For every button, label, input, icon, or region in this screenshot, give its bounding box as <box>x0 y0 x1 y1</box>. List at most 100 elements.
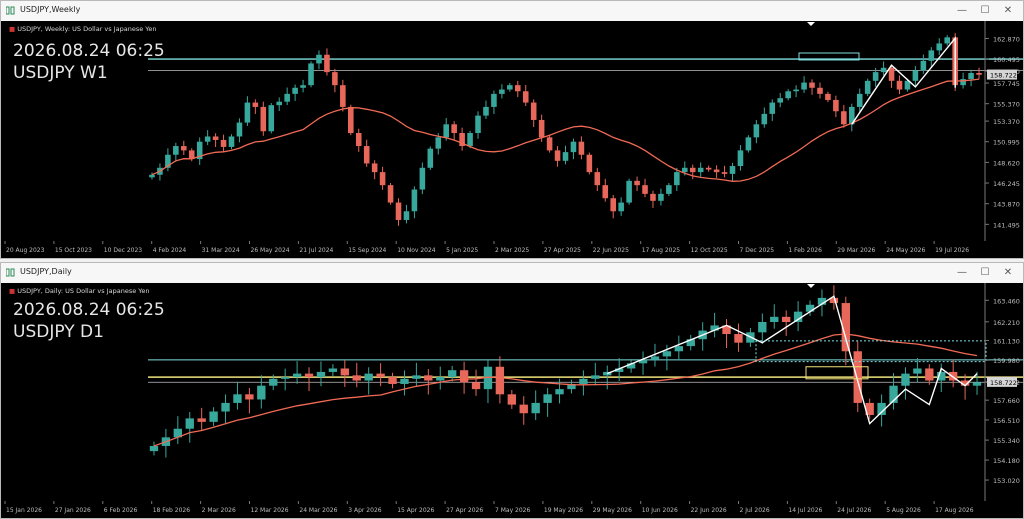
candle-body <box>316 371 326 378</box>
y-tick-label: 162.210 <box>993 319 1020 327</box>
candle-body <box>530 102 537 120</box>
x-tick-label: 2 Mar 2026 <box>202 507 236 514</box>
candle-body <box>371 163 378 173</box>
candle-body <box>245 394 254 400</box>
candle-body <box>666 185 672 194</box>
candle-body <box>562 152 569 161</box>
y-tick-label: 155.370 <box>993 101 1020 109</box>
candle-body <box>793 89 799 92</box>
daily-titlebar[interactable]: USDJPY,Daily — ☐ ✕ <box>1 263 1023 284</box>
candle-body <box>753 124 760 138</box>
candle-body <box>304 373 314 378</box>
weekly-datetime-label: 2026.08.24 06:25 <box>13 41 165 61</box>
candle-body <box>424 375 433 381</box>
weekly-titlebar[interactable]: USDJPY,Weekly — ☐ ✕ <box>1 1 1023 22</box>
x-tick-label: 24 Jul 2026 <box>837 507 871 514</box>
candle-body <box>880 67 887 73</box>
candle-body <box>395 202 402 220</box>
x-tick-label: 10 Dec 2023 <box>104 247 143 254</box>
candle-body <box>825 93 831 100</box>
candle-body <box>610 198 616 212</box>
candle-body <box>427 148 434 168</box>
candle-body <box>697 167 704 173</box>
weekly-plot-area[interactable]: 162.870160.495159.120157.745155.370153.3… <box>1 21 1023 241</box>
x-tick-label: 27 Apr 2026 <box>446 507 483 514</box>
candle-body <box>888 67 895 81</box>
x-tick-label: 17 Aug 2026 <box>935 507 974 514</box>
candle-body <box>292 87 298 94</box>
candle-body <box>149 445 159 452</box>
candle-body <box>770 316 779 322</box>
candle-body <box>236 122 243 137</box>
candle-body <box>459 370 469 383</box>
candle-body <box>173 146 179 155</box>
candle-body <box>300 85 306 88</box>
x-tick-label: 12 Mar 2026 <box>251 507 289 514</box>
x-tick-label: 24 Mar 2026 <box>299 507 337 514</box>
candle-body <box>181 146 187 151</box>
candle-body <box>729 166 736 174</box>
candle-body <box>443 124 449 138</box>
candle-body <box>586 154 593 173</box>
candle-body <box>284 93 290 102</box>
candle-body <box>721 172 728 174</box>
candle-body <box>591 375 600 379</box>
close-icon[interactable]: ✕ <box>1001 4 1015 18</box>
candle-body <box>761 113 768 125</box>
x-tick-label: 27 Jan 2026 <box>55 507 91 514</box>
candle-body <box>495 366 505 395</box>
daily-symbol-timeframe: USDJPY D1 <box>13 322 104 342</box>
candle-body <box>928 50 935 61</box>
y-tick-label: 157.745 <box>993 80 1020 88</box>
candle-body <box>281 377 290 379</box>
x-tick-label: 19 Jul 2026 <box>935 247 969 254</box>
candle-body <box>543 394 552 403</box>
x-tick-label: 4 Feb 2024 <box>153 247 187 254</box>
candle-body <box>419 167 426 190</box>
maximize-icon[interactable]: ☐ <box>978 266 992 280</box>
weekly-symbol-description: ■ USDJPY, Weekly: US Dollar vs Japanese … <box>9 25 157 33</box>
candle-body <box>578 141 585 155</box>
candle-body <box>920 60 927 71</box>
maximize-icon[interactable]: ☐ <box>978 4 992 18</box>
candle-body <box>411 189 418 212</box>
x-tick-label: 3 Apr 2026 <box>348 507 381 514</box>
chart-app-icon <box>6 268 15 277</box>
candle-body <box>149 174 155 178</box>
daily-symbol-description: ■ USDJPY, Daily: US Dollar vs Japanese Y… <box>9 287 150 295</box>
candle-body <box>554 150 561 161</box>
candle-body <box>650 193 656 201</box>
candle-body <box>817 87 823 94</box>
x-tick-label: 21 Jul 2024 <box>299 247 333 254</box>
candle-body <box>570 141 577 153</box>
y-tick-label: 162.870 <box>993 35 1020 43</box>
minimize-icon[interactable]: — <box>955 266 969 280</box>
x-tick-label: 2 Jul 2026 <box>740 507 770 514</box>
x-tick-label: 22 Jun 2026 <box>691 507 727 514</box>
x-tick-label: 20 Aug 2023 <box>6 247 45 254</box>
weekly-symbol-timeframe: USDJPY W1 <box>13 63 108 83</box>
x-tick-label: 12 Oct 2025 <box>691 247 728 254</box>
x-tick-label: 5 Aug 2026 <box>886 507 921 514</box>
candle-body <box>352 375 361 381</box>
x-tick-label: 29 Mar 2026 <box>837 247 875 254</box>
daily-plot-area[interactable]: 163.460 162.210 161.130 159.980 158.722 157.6… <box>1 283 1023 501</box>
candle-body <box>682 167 688 173</box>
minimize-icon[interactable]: — <box>955 4 969 18</box>
candle-body <box>412 375 421 379</box>
x-tick-label: 15 Apr 2026 <box>397 507 434 514</box>
candle-body <box>944 37 950 44</box>
close-icon[interactable]: ✕ <box>1001 266 1015 280</box>
candle-body <box>745 137 752 151</box>
candle-body <box>252 102 259 107</box>
x-tick-label: 26 May 2024 <box>251 247 290 254</box>
candle-body <box>634 180 640 186</box>
candle-body <box>626 180 632 203</box>
weekly-chart-window: USDJPY,Weekly — ☐ ✕ 162.870160.495159.12… <box>0 0 1024 259</box>
candle-body <box>499 89 505 94</box>
y-tick-label: 150.995 <box>993 139 1020 147</box>
candle-body <box>602 185 609 199</box>
candle-body <box>968 73 974 80</box>
candle-body <box>363 146 370 164</box>
candle-body <box>833 99 839 112</box>
